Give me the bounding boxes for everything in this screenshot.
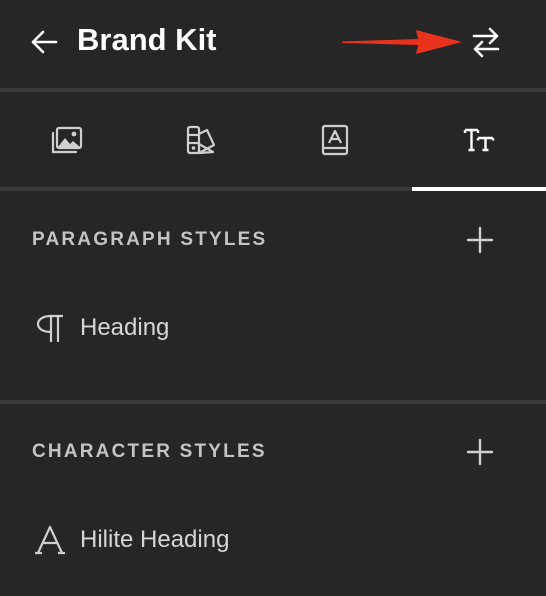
character-style-item[interactable]: Hilite Heading — [32, 518, 512, 562]
add-paragraph-style-button[interactable] — [462, 222, 498, 258]
tab-fonts[interactable] — [268, 92, 402, 188]
tab-colors[interactable] — [134, 92, 268, 188]
image-gallery-icon — [51, 126, 83, 154]
header-bar: Brand Kit — [0, 0, 546, 88]
character-style-label: Hilite Heading — [80, 526, 230, 553]
paragraph-style-item[interactable]: Heading — [32, 306, 512, 350]
section-divider — [0, 400, 546, 404]
tab-images[interactable] — [0, 92, 134, 188]
page-title: Brand Kit — [77, 22, 217, 57]
active-tab-indicator — [412, 187, 546, 191]
annotation-arrow — [342, 30, 462, 54]
back-button[interactable] — [26, 24, 62, 60]
add-character-style-button[interactable] — [462, 434, 498, 470]
character-styles-heading: CHARACTER STYLES — [32, 441, 267, 462]
paragraph-styles-heading: PARAGRAPH STYLES — [32, 229, 268, 250]
tab-bar — [0, 92, 546, 188]
switch-button[interactable] — [466, 22, 506, 62]
letter-a-icon — [32, 522, 68, 558]
pilcrow-icon — [32, 310, 68, 346]
plus-icon — [466, 438, 494, 466]
arrow-left-icon — [31, 30, 58, 54]
font-book-icon — [321, 124, 349, 156]
text-style-icon — [463, 128, 495, 152]
color-swatch-icon — [186, 125, 216, 155]
tab-text-styles[interactable] — [412, 92, 546, 188]
swap-arrows-icon — [472, 27, 500, 58]
plus-icon — [466, 226, 494, 254]
paragraph-style-label: Heading — [80, 314, 170, 341]
